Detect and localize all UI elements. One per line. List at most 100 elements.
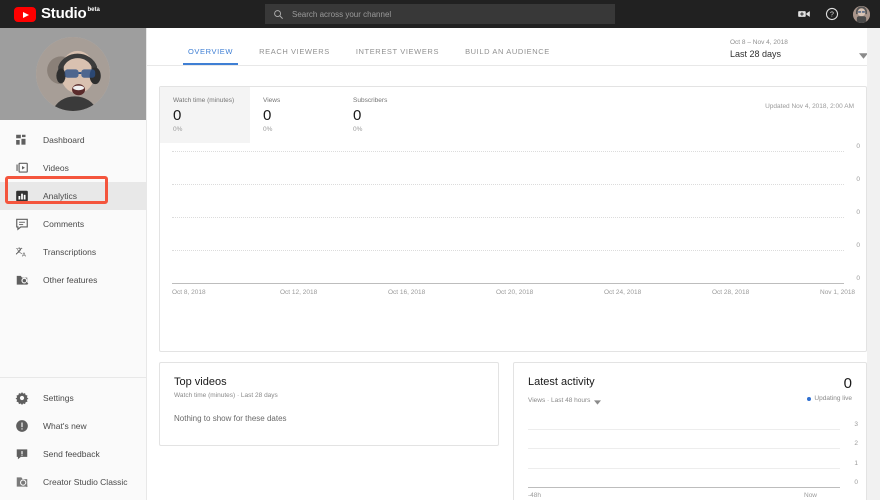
chart-x-tick-label: Oct 8, 2018 [172,289,206,296]
search-icon [273,9,284,20]
top-videos-title: Top videos [174,375,484,389]
sidebar-item-label: Videos [43,163,69,173]
chart-y-tick-label: 0 [856,176,860,183]
dashboard-grid-icon [14,133,29,148]
top-videos-empty-state: Nothing to show for these dates [174,414,484,423]
avatar[interactable] [853,6,870,23]
chart-y-tick-label: 0 [856,275,860,282]
brand-beta-badge: beta [87,7,99,13]
updating-live-label: Updating live [814,395,852,402]
sidebar-item-label: Send feedback [43,449,100,459]
latest-activity-metric-selector[interactable]: Views · Last 48 hours [528,389,601,410]
translate-icon: 文 A [14,245,29,260]
studio-brand[interactable]: Studio beta [14,6,100,22]
sidebar-item-label: Comments [43,219,84,229]
latest-activity-y-tick-label: 2 [854,440,858,447]
metric-delta: 0% [353,125,430,134]
comment-bubble-icon [14,217,29,232]
channel-avatar-image [36,37,110,111]
feedback-bubble-icon [14,447,29,462]
video-camera-plus-icon[interactable] [797,7,811,21]
chart-y-tick-label: 0 [856,209,860,216]
main-content: OVERVIEW REACH VIEWERS INTEREST VIEWERS … [147,28,880,500]
latest-activity-header: Latest activity Views · Last 48 hours 0 [528,375,852,410]
latest-activity-gridline [528,448,840,449]
sidebar-item-settings[interactable]: Settings [0,384,147,412]
search-bar[interactable] [265,4,615,24]
sidebar-item-dashboard[interactable]: Dashboard [0,126,146,154]
sidebar-item-whats-new[interactable]: What's new [0,412,147,440]
metric-tile-watch-time[interactable]: Watch time (minutes) 0 0% [160,87,250,143]
search-input[interactable] [292,5,582,23]
chart-gridline [172,217,844,218]
creator-studio-classic-icon [14,475,29,490]
svg-text:A: A [22,253,26,259]
date-range-selector[interactable]: Oct 8 – Nov 4, 2018 Last 28 days [720,34,872,64]
sidebar-item-label: What's new [43,421,87,431]
top-videos-subtitle: Watch time (minutes) · Last 28 days [174,391,484,400]
metric-label: Watch time (minutes) [173,96,250,105]
sidebar-item-label: Other features [43,275,97,285]
latest-activity-value: 0 [807,375,852,392]
tab-reach-viewers[interactable]: REACH VIEWERS [246,47,343,65]
date-range-preset: Last 28 days [730,48,788,60]
live-dot-icon [807,397,811,401]
sidebar-divider [0,377,147,378]
chart-x-tick-label: Oct 20, 2018 [496,289,533,296]
analytics-bar-icon [14,189,29,204]
sidebar-item-transcriptions[interactable]: 文 A Transcriptions [0,238,146,266]
sidebar-item-creator-studio-classic[interactable]: Creator Studio Classic [0,468,147,496]
sidebar-item-label: Transcriptions [43,247,96,257]
header-actions: ? [797,0,870,28]
watch-time-line-chart: 00000 Oct 8, 2018Oct 12, 2018Oct 16, 201… [160,143,866,351]
help-circle-icon[interactable]: ? [825,7,839,21]
analytics-tabs: OVERVIEW REACH VIEWERS INTEREST VIEWERS … [175,47,563,65]
sidebar-item-videos[interactable]: Videos [0,154,146,182]
gear-icon [14,391,29,406]
latest-activity-line-chart: 3210 -48hNow [514,419,866,500]
chart-gridline [172,250,844,251]
metric-tile-views[interactable]: Views 0 0% [250,87,340,143]
metric-value: 0 [353,106,430,125]
chart-gridline [172,151,844,152]
chart-gridline [172,184,844,185]
metric-delta: 0% [173,125,250,134]
latest-activity-card: Latest activity Views · Last 48 hours 0 [513,362,867,500]
sidebar-channel-header [0,28,146,120]
sidebar-item-label: Settings [43,393,74,403]
tab-interest-viewers[interactable]: INTEREST VIEWERS [343,47,452,65]
page-scrollbar[interactable] [867,28,880,500]
youtube-logo-icon [14,7,36,22]
sidebar-item-label: Analytics [43,191,77,201]
top-header-bar: Studio beta ? [0,0,880,28]
date-range-dates: Oct 8 – Nov 4, 2018 [730,38,788,48]
metric-value: 0 [173,106,250,125]
tab-build-an-audience[interactable]: BUILD AN AUDIENCE [452,47,563,65]
exclamation-circle-icon [14,419,29,434]
video-library-icon [14,161,29,176]
metric-delta: 0% [263,125,340,134]
sidebar-item-label: Dashboard [43,135,85,145]
sidebar: Dashboard Videos [0,28,147,500]
sidebar-item-other-features[interactable]: Other features [0,266,146,294]
chart-x-tick-label: Oct 24, 2018 [604,289,641,296]
metric-tile-subscribers[interactable]: Subscribers 0 0% [340,87,430,143]
chevron-down-icon [594,392,601,410]
channel-avatar[interactable] [36,37,110,111]
latest-activity-x-tick-label: Now [804,492,817,499]
sidebar-bottom-nav: Settings What's new [0,371,147,500]
sidebar-item-send-feedback[interactable]: Send feedback [0,440,147,468]
latest-activity-subtitle: Views · Last 48 hours [528,396,590,405]
chart-gridline [172,283,844,284]
chart-y-tick-label: 0 [856,143,860,150]
metric-label: Views [263,96,340,105]
updated-timestamp: Updated Nov 4, 2018, 2:00 AM [765,103,854,110]
sidebar-item-analytics[interactable]: Analytics [0,182,146,210]
metric-value: 0 [263,106,340,125]
tab-overview[interactable]: OVERVIEW [175,47,246,65]
metric-label: Subscribers [353,96,430,105]
chart-x-tick-label: Oct 16, 2018 [388,289,425,296]
sidebar-item-comments[interactable]: Comments [0,210,146,238]
analytics-tabs-row: OVERVIEW REACH VIEWERS INTEREST VIEWERS … [147,28,880,66]
updating-live-status: Updating live [807,395,852,402]
